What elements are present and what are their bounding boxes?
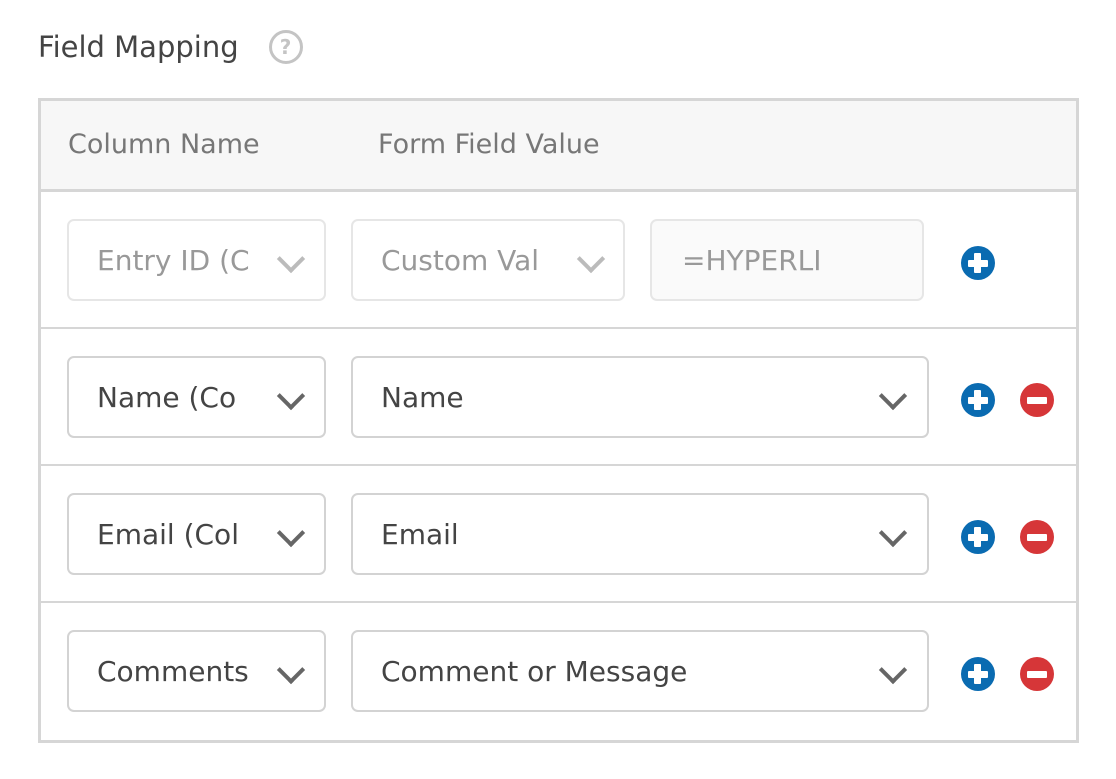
plus-circle-icon[interactable] bbox=[961, 246, 995, 280]
form-field-select[interactable]: Email bbox=[351, 493, 929, 575]
minus-circle-icon[interactable] bbox=[1020, 520, 1054, 554]
chevron-down-icon bbox=[276, 655, 306, 685]
chevron-down-icon bbox=[878, 518, 908, 548]
plus-circle-icon[interactable] bbox=[961, 520, 995, 554]
chevron-down-icon bbox=[276, 518, 306, 548]
column-name-header: Column Name bbox=[68, 129, 260, 160]
form-field-select[interactable]: Name bbox=[351, 356, 929, 438]
field-mapping-heading: Field Mapping ? bbox=[38, 30, 303, 64]
column-select[interactable]: Name (Co bbox=[67, 356, 326, 438]
form-field-select[interactable]: Comment or Message bbox=[351, 630, 929, 712]
minus-circle-icon[interactable] bbox=[1020, 383, 1054, 417]
plus-circle-icon[interactable] bbox=[961, 657, 995, 691]
table-header: Column Name Form Field Value bbox=[41, 101, 1076, 192]
field-mapping-table: Column Name Form Field Value Entry ID (C… bbox=[38, 98, 1079, 743]
column-select[interactable]: Email (Col bbox=[67, 493, 326, 575]
form-field-select[interactable]: Custom Val bbox=[351, 219, 625, 301]
table-row: Email (Col Email bbox=[41, 466, 1076, 603]
chevron-down-icon bbox=[878, 381, 908, 411]
custom-value-input[interactable]: =HYPERLI bbox=[650, 219, 924, 301]
column-select[interactable]: Comments bbox=[67, 630, 326, 712]
minus-circle-icon[interactable] bbox=[1020, 657, 1054, 691]
question-circle-icon[interactable]: ? bbox=[268, 30, 303, 64]
column-select[interactable]: Entry ID (C bbox=[67, 219, 326, 301]
table-row: Name (Co Name bbox=[41, 329, 1076, 466]
chevron-down-icon bbox=[276, 244, 306, 274]
form-field-value-header: Form Field Value bbox=[378, 129, 600, 160]
table-row: Entry ID (C Custom Val =HYPERLI bbox=[41, 192, 1076, 329]
section-title: Field Mapping bbox=[38, 30, 239, 64]
table-row: Comments Comment or Message bbox=[41, 603, 1076, 740]
chevron-down-icon bbox=[276, 381, 306, 411]
chevron-down-icon bbox=[576, 244, 606, 274]
plus-circle-icon[interactable] bbox=[961, 383, 995, 417]
chevron-down-icon bbox=[878, 655, 908, 685]
